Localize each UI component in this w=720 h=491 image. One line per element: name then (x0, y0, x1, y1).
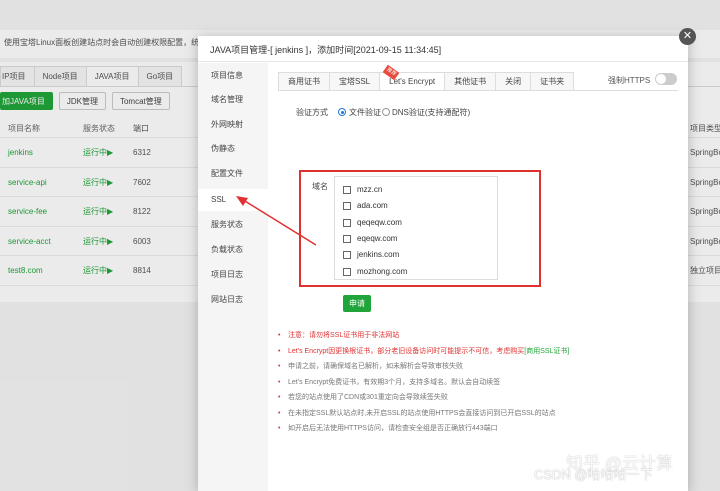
tab-cert-folder[interactable]: 证书夹 (530, 72, 575, 90)
ssl-notes: 注意：请勿将SSL证书用于非法网站 Let's Encrypt因更换根证书，部分… (278, 328, 683, 437)
note-item: 注意：请勿将SSL证书用于非法网站 (278, 328, 683, 344)
side-item-ssl[interactable]: SSL (198, 189, 268, 211)
side-item-project-info[interactable]: 项目信息 (198, 65, 268, 87)
side-item-rewrite[interactable]: 伪静态 (198, 138, 268, 160)
note-item: 如开启后无法使用HTTPS访问，请检查安全组是否正确放行443端口 (278, 421, 683, 437)
side-item-service-state[interactable]: 服务状态 (198, 214, 268, 236)
domain-label: 域名 (312, 182, 328, 191)
note-item: 若您的站点使用了CDN或301重定向会导致续签失败 (278, 390, 683, 406)
file-verify-radio[interactable] (338, 108, 346, 116)
note-item: 在未指定SSL默认站点时,未开启SSL的站点使用HTTPS会直接访问到已开启SS… (278, 406, 683, 422)
tab-bt-ssl[interactable]: 宝塔SSL (329, 72, 381, 90)
domain-name: qeqeqw.com (357, 218, 402, 227)
domain-checkbox[interactable] (343, 251, 351, 259)
file-verify-label[interactable]: 文件验证 (349, 107, 381, 118)
toggle-knob (656, 74, 666, 84)
domain-checkbox[interactable] (343, 268, 351, 276)
note-item: Let's Encrypt免费证书，有效期3个月，支持多域名。默认会自动续签 (278, 375, 683, 391)
tab-commercial-cert[interactable]: 商用证书 (278, 72, 330, 90)
close-icon[interactable]: ✕ (679, 28, 696, 45)
ssl-tab-divider (278, 90, 678, 91)
modal-title: JAVA项目管理-[ jenkins ]，添加时间[2021-09-15 11:… (198, 36, 688, 62)
apply-button[interactable]: 申请 (343, 295, 371, 312)
java-project-modal: JAVA项目管理-[ jenkins ]，添加时间[2021-09-15 11:… (198, 36, 688, 491)
side-item-domain[interactable]: 域名管理 (198, 89, 268, 111)
csdn-watermark: CSDN @哈哈哈一下 (534, 467, 653, 482)
ssl-panel: 商用证书 宝塔SSL Let's Encrypt 其他证书 关闭 证书夹 推荐 … (268, 63, 688, 491)
domain-checkbox[interactable] (343, 202, 351, 210)
commercial-ssl-link[interactable]: [商用SSL证书] (524, 348, 569, 355)
dns-verify-radio[interactable] (382, 108, 390, 116)
dns-verify-label[interactable]: DNS验证(支持通配符) (392, 107, 470, 118)
side-item-site-log[interactable]: 网站日志 (198, 289, 268, 311)
verify-method-label: 验证方式 (296, 108, 328, 117)
side-item-port-mapping[interactable]: 外网映射 (198, 114, 268, 136)
note-item: Let's Encrypt因更换根证书，部分老旧设备访问时可能提示不可信，考虑购… (278, 344, 683, 360)
note-item: 申请之前，请确保域名已解析，如未解析会导致审核失败 (278, 359, 683, 375)
force-https-label: 强制HTTPS (608, 76, 651, 85)
side-item-config-file[interactable]: 配置文件 (198, 163, 268, 185)
side-item-project-log[interactable]: 项目日志 (198, 264, 268, 286)
domain-name: jenkins.com (357, 250, 400, 259)
tab-other-cert[interactable]: 其他证书 (444, 72, 497, 90)
side-item-load-state[interactable]: 负载状态 (198, 239, 268, 261)
force-https-toggle[interactable] (655, 73, 677, 85)
modal-side-menu: 项目信息 域名管理 外网映射 伪静态 配置文件 SSL 服务状态 负载状态 项目… (198, 63, 268, 491)
domain-checkbox[interactable] (343, 235, 351, 243)
domain-checkbox-list: mzz.cn ada.com qeqeqw.com eqeqw.com jenk… (334, 176, 498, 280)
domain-name: ada.com (357, 201, 388, 210)
domain-checkbox[interactable] (343, 186, 351, 194)
domain-name: mzz.cn (357, 185, 383, 194)
tab-close[interactable]: 关闭 (495, 72, 532, 90)
domain-name: eqeqw.com (357, 234, 398, 243)
ssl-tabs: 商用证书 宝塔SSL Let's Encrypt 其他证书 关闭 证书夹 (278, 72, 575, 90)
domain-checkbox[interactable] (343, 219, 351, 227)
domain-name: mozhong.com (357, 267, 408, 276)
note-text: Let's Encrypt因更换根证书，部分老旧设备访问时可能提示不可信，考虑购… (288, 347, 525, 355)
